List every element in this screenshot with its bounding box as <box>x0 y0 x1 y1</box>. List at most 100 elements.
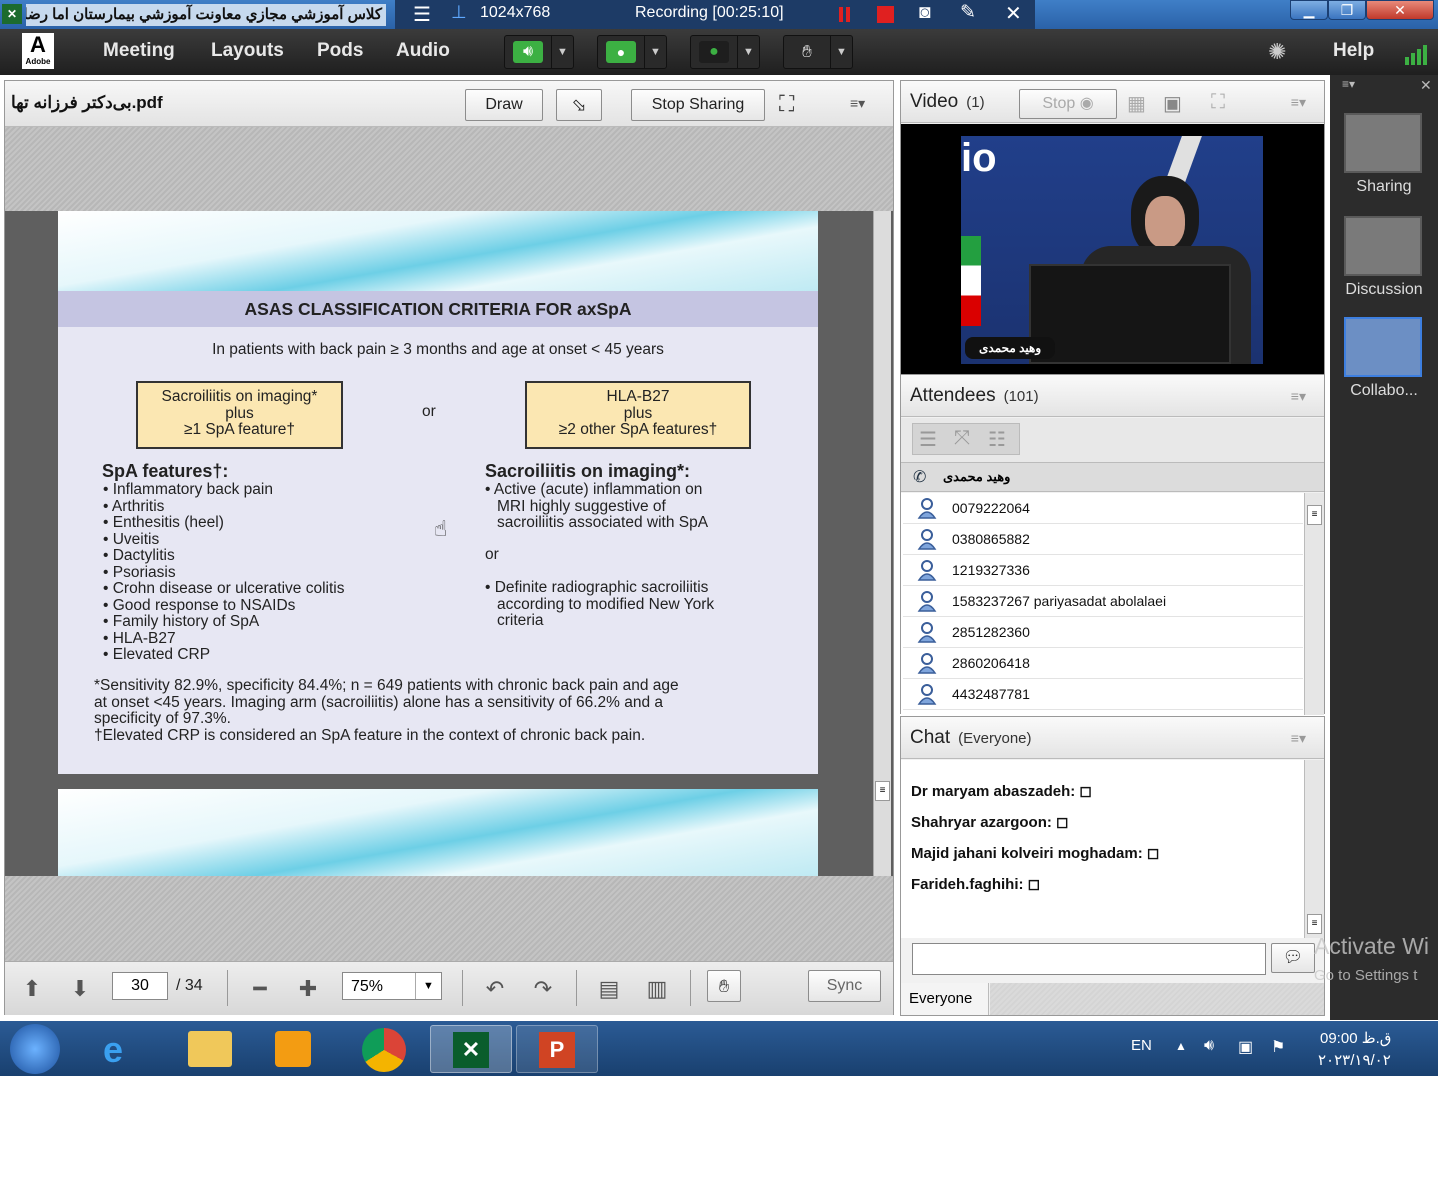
zoom-out-icon[interactable]: ━ <box>245 976 275 1002</box>
attendee-name: 4432487781 <box>952 686 1030 702</box>
microphone-icon[interactable]: ● <box>606 41 636 63</box>
document-scrollbar[interactable]: ≡ <box>873 211 891 876</box>
fit-page-icon[interactable]: ▥ <box>642 976 672 1002</box>
layout-sharing[interactable]: Sharing <box>1342 113 1426 196</box>
zoom-in-icon[interactable]: ✚ <box>293 976 323 1002</box>
fit-width-icon[interactable]: ▤ <box>594 976 624 1002</box>
tray-expand-icon[interactable]: ▲ <box>1175 1039 1187 1053</box>
chat-input[interactable] <box>912 943 1266 975</box>
attendee-list[interactable]: 0079222064 0380865882 1219327336 1583237267… <box>901 493 1305 715</box>
chevron-down-icon[interactable]: ▼ <box>644 36 666 68</box>
attendee-host-row[interactable]: ✆ وهید محمدی <box>901 462 1324 492</box>
chat-scrollbar[interactable]: ≡ <box>1304 760 1324 938</box>
webcam-icon[interactable]: ● <box>699 41 729 63</box>
menu-pods[interactable]: Pods <box>317 40 363 62</box>
chevron-down-icon[interactable]: ▼ <box>551 36 573 68</box>
hamburger-icon[interactable]: ☰ <box>413 2 431 27</box>
filmstrip-view-icon[interactable]: ▣ <box>1163 91 1182 116</box>
pod-menu-icon[interactable]: ≡▾ <box>1291 730 1306 747</box>
rail-menu-icon[interactable]: ≡▾ <box>1342 77 1355 91</box>
stop-video-button[interactable]: Stop ◉ <box>1019 89 1117 119</box>
media-player-icon[interactable] <box>275 1031 311 1067</box>
video-caption: وهید محمدی <box>965 337 1056 359</box>
divider <box>576 970 577 1006</box>
activation-watermark-sub: Go to Settings t <box>1314 967 1418 984</box>
scroll-thumb[interactable]: ≡ <box>1307 505 1322 525</box>
taskbar-app-connect[interactable]: ✕ <box>430 1025 512 1073</box>
sync-button[interactable]: Sync <box>808 970 881 1002</box>
clock-time[interactable]: 09:00 ق.ظ <box>1320 1029 1391 1047</box>
video-area: io وهید محمدی <box>901 124 1324 374</box>
attendee-row[interactable]: 4432487781 <box>903 679 1303 710</box>
speaker-icon[interactable]: 🔊︎ <box>513 41 543 63</box>
raise-hand-icon[interactable]: ✋︎ <box>792 41 822 63</box>
layout-discussion[interactable]: Discussion <box>1342 216 1426 299</box>
fullscreen-icon[interactable]: ⛶ <box>779 91 794 117</box>
camera-icon[interactable]: ◙ <box>919 2 930 24</box>
pod-menu-icon[interactable]: ≡▾ <box>1291 94 1306 111</box>
raise-hand-control[interactable]: ✋︎ ▼ <box>783 35 853 69</box>
stop-record-icon[interactable] <box>877 6 894 23</box>
close-icon[interactable]: ✕ <box>1420 77 1432 94</box>
close-recording-icon[interactable]: ✕ <box>1005 1 1022 26</box>
action-center-icon[interactable]: ⚑ <box>1271 1037 1285 1057</box>
shared-filename: بی‌دکتر فرزانه تها.pdf <box>11 93 163 112</box>
fullscreen-icon[interactable]: ⛶ <box>1211 91 1225 114</box>
pod-menu-icon[interactable]: ≡▾ <box>850 95 865 112</box>
pointer-icon[interactable]: ⬂ <box>556 89 602 121</box>
maximize-button[interactable]: ❐ <box>1328 0 1366 20</box>
menu-layouts[interactable]: Layouts <box>211 40 284 62</box>
close-window-button[interactable]: ✕ <box>1366 0 1434 20</box>
rotate-left-icon[interactable]: ↶ <box>480 976 510 1002</box>
stop-sharing-button[interactable]: Stop Sharing <box>631 89 765 121</box>
attendee-view-toolbar: ☰ ⤧ ☷ <box>901 418 1324 462</box>
page-number-input[interactable] <box>112 972 168 1000</box>
menu-audio[interactable]: Audio <box>396 40 450 62</box>
taskbar-app-powerpoint[interactable]: P <box>516 1025 598 1073</box>
layout-collaboration[interactable]: Collabo... <box>1342 317 1426 400</box>
attendee-scrollbar[interactable]: ≡ <box>1304 493 1324 715</box>
pin-icon[interactable]: ⊥ <box>451 2 467 23</box>
chrome-icon[interactable] <box>362 1028 406 1072</box>
pen-icon[interactable]: ✎ <box>960 1 976 24</box>
menu-help[interactable]: Help <box>1333 40 1374 62</box>
attendee-row[interactable]: 2860206418 <box>903 648 1303 679</box>
volume-icon[interactable]: 🔊︎ <box>1204 1037 1214 1055</box>
attendee-row[interactable]: 1219327336 <box>903 555 1303 586</box>
zoom-select[interactable]: 75% ▼ <box>342 972 442 1000</box>
file-explorer-icon[interactable] <box>188 1031 232 1067</box>
internet-explorer-icon[interactable]: e <box>103 1029 123 1071</box>
scroll-thumb[interactable]: ≡ <box>1307 914 1322 934</box>
attendee-row[interactable]: 0380865882 <box>903 524 1303 555</box>
chevron-down-icon[interactable]: ▼ <box>415 973 441 999</box>
minimize-button[interactable]: ▁ <box>1290 0 1328 20</box>
speaker-control[interactable]: 🔊︎ ▼ <box>504 35 574 69</box>
menu-meeting[interactable]: Meeting <box>103 40 175 62</box>
arrow-up-icon[interactable]: ⬆ <box>17 976 47 1002</box>
pause-icon[interactable] <box>839 7 843 22</box>
view-toggle-group: ☰ ⤧ ☷ <box>912 423 1020 455</box>
microphone-control[interactable]: ● ▼ <box>597 35 667 69</box>
webcam-control[interactable]: ● ▼ <box>690 35 760 69</box>
chevron-down-icon[interactable]: ▼ <box>830 36 852 68</box>
chat-tab-everyone[interactable]: Everyone <box>901 983 989 1015</box>
status-view-icon[interactable]: ☷ <box>988 427 1006 452</box>
start-button[interactable] <box>10 1024 60 1074</box>
rotate-right-icon[interactable]: ↷ <box>528 976 558 1002</box>
scroll-thumb[interactable]: ≡ <box>875 781 890 801</box>
pod-menu-icon[interactable]: ≡▾ <box>1291 388 1306 405</box>
list-view-icon[interactable]: ☰ <box>919 427 937 452</box>
attendee-row[interactable]: 0079222064 <box>903 493 1303 524</box>
send-message-icon[interactable]: 💬︎ <box>1271 943 1315 973</box>
attendee-row[interactable]: 1583237267 pariyasadat abolalaei <box>903 586 1303 617</box>
grid-view-icon[interactable]: ▦ <box>1127 91 1146 116</box>
draw-button[interactable]: Draw <box>465 89 543 121</box>
breakout-view-icon[interactable]: ⤧ <box>954 427 970 450</box>
network-icon[interactable]: ▣ <box>1238 1037 1253 1057</box>
attendee-row[interactable]: 2851282360 <box>903 617 1303 648</box>
language-indicator[interactable]: EN <box>1131 1037 1152 1054</box>
clock-date[interactable]: ۲۰۲۳/۱۹/۰۲ <box>1318 1051 1391 1069</box>
chevron-down-icon[interactable]: ▼ <box>737 36 759 68</box>
arrow-down-icon[interactable]: ⬇ <box>65 976 95 1002</box>
hand-tool-icon[interactable]: ✋︎ <box>707 970 741 1002</box>
